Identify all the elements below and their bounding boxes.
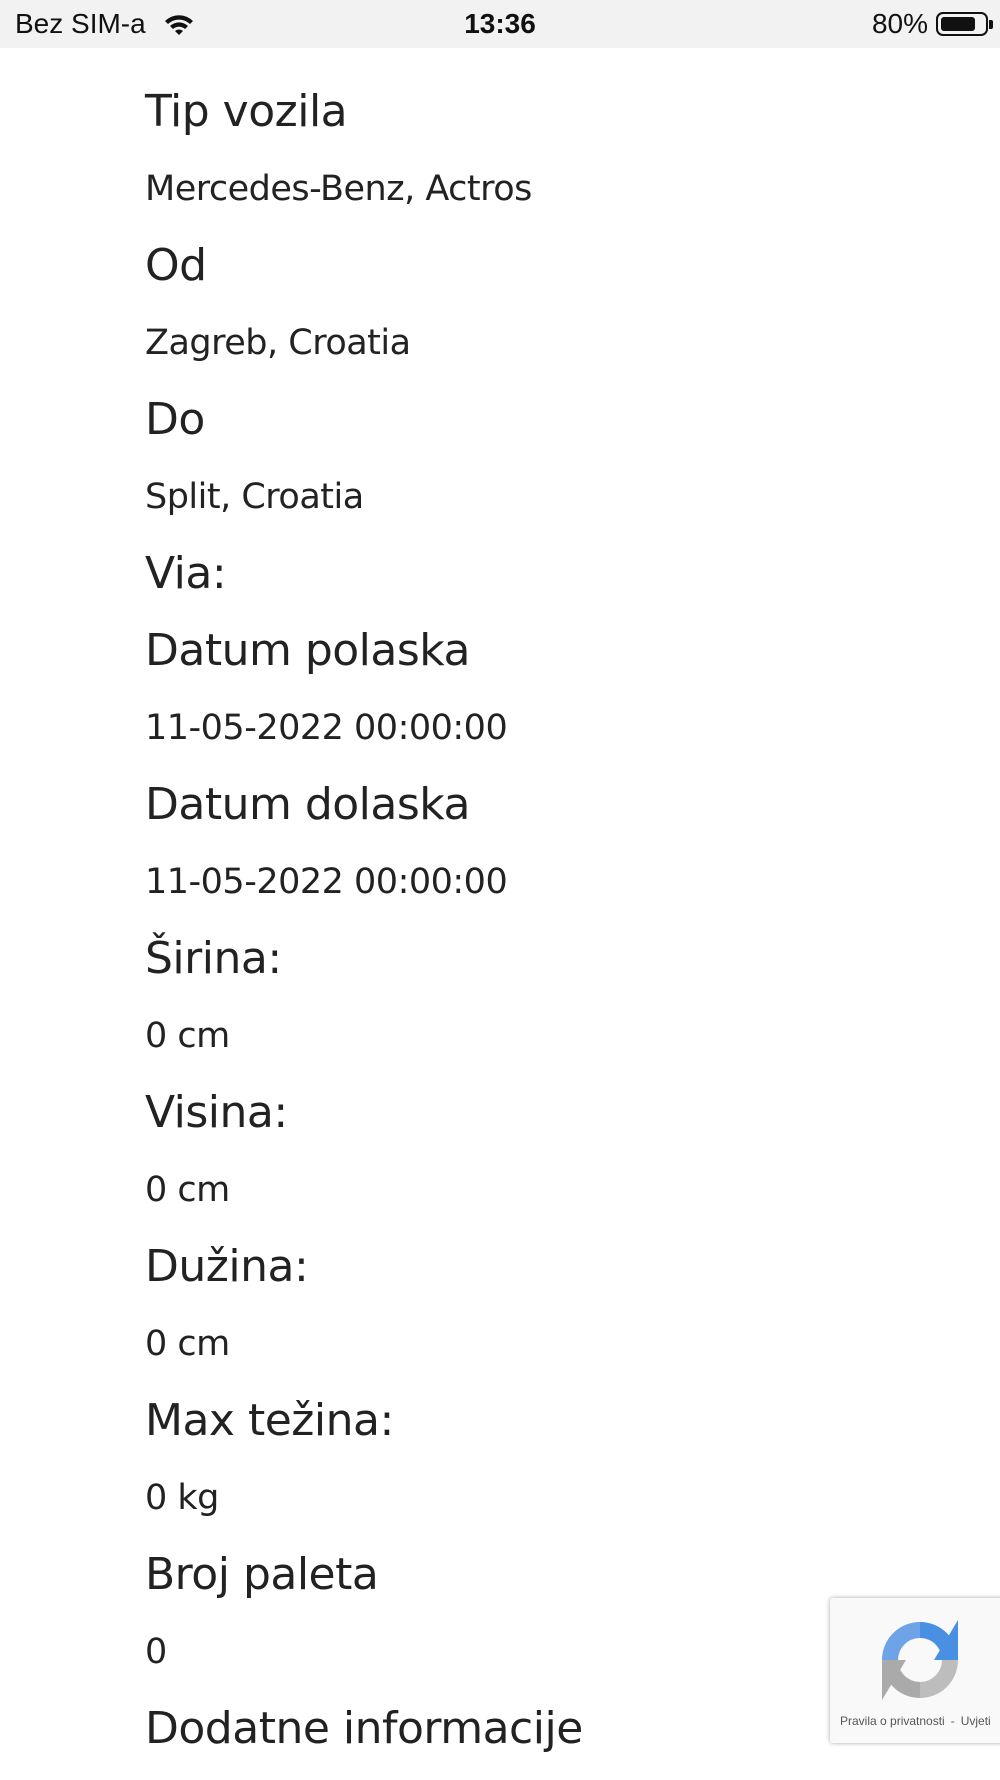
label-arrival-date: Datum dolaska (145, 779, 470, 830)
label-departure-date: Datum polaska (145, 625, 470, 676)
label-width: Širina: (145, 933, 282, 984)
value-from: Zagreb, Croatia (145, 323, 411, 363)
status-bar: Bez SIM-a 13:36 80% (0, 0, 1000, 48)
label-length: Dužina: (145, 1241, 309, 1292)
recaptcha-logo-icon (882, 1620, 958, 1700)
recaptcha-terms-link[interactable]: Uvjeti (961, 1714, 991, 1728)
label-via: Via: (145, 548, 227, 599)
value-to: Split, Croatia (145, 477, 364, 517)
label-to: Do (145, 394, 205, 445)
battery-percent: 80% (871, 8, 928, 39)
value-max-weight: 0 kg (145, 1478, 219, 1518)
value-height: 0 cm (145, 1170, 230, 1210)
details-list: Tip vozila Mercedes-Benz, Actros Od Zagr… (145, 86, 965, 1780)
value-length: 0 cm (145, 1324, 230, 1364)
battery-cap (989, 20, 993, 29)
battery-icon (936, 12, 993, 36)
label-height: Visina: (145, 1087, 288, 1138)
recaptcha-privacy-link[interactable]: Pravila o privatnosti (840, 1714, 945, 1728)
label-from: Od (145, 240, 207, 291)
label-vehicle-type: Tip vozila (145, 86, 348, 137)
label-max-weight: Max težina: (145, 1395, 394, 1446)
value-arrival-date: 11-05-2022 00:00:00 (145, 862, 508, 902)
value-width: 0 cm (145, 1016, 230, 1056)
recaptcha-badge[interactable]: Pravila o privatnosti - Uvjeti (830, 1598, 1000, 1743)
recaptcha-separator: - (950, 1714, 955, 1728)
value-vehicle-type: Mercedes-Benz, Actros (145, 169, 532, 209)
recaptcha-links: Pravila o privatnosti - Uvjeti (840, 1714, 997, 1728)
value-departure-date: 11-05-2022 00:00:00 (145, 708, 508, 748)
clock: 13:36 (464, 8, 536, 39)
status-bar-right: 80% (871, 8, 993, 40)
battery-fill (941, 17, 975, 31)
